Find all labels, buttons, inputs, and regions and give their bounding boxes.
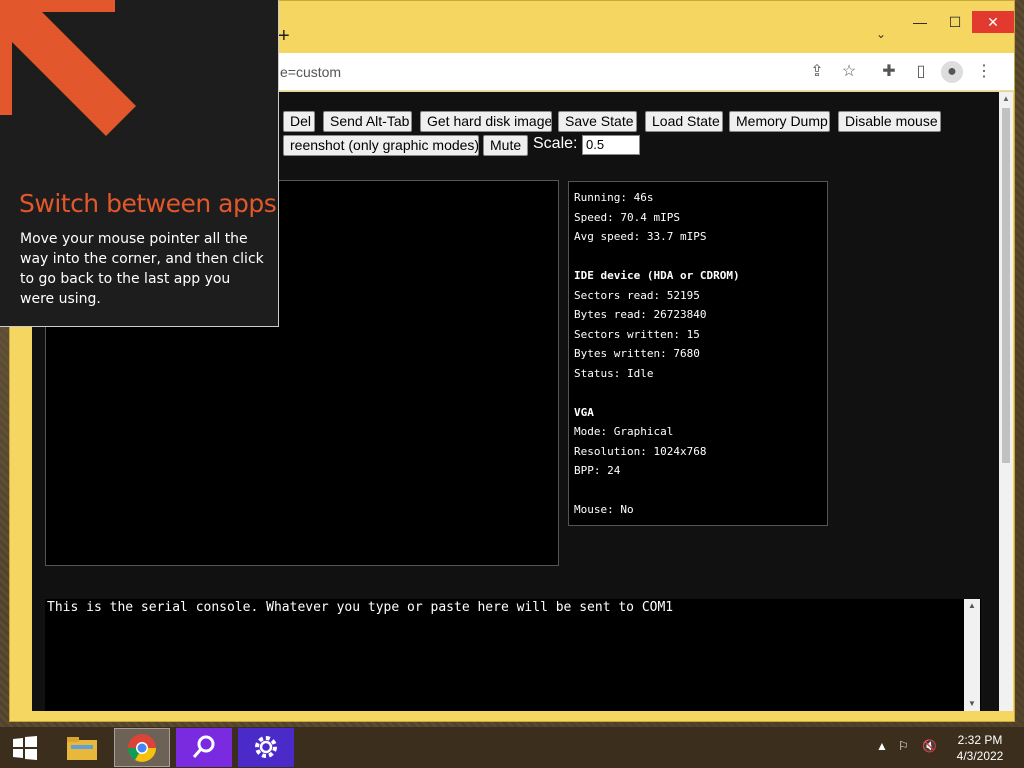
hint-title: Switch between apps	[19, 189, 277, 218]
stat-vga-header: VGA	[574, 405, 594, 419]
clock-date: 4/3/2022	[956, 749, 1004, 763]
stat-sectors-read: Sectors read: 52195	[574, 288, 700, 302]
serial-console-scrollbar[interactable]: ▲ ▼	[964, 599, 980, 711]
scroll-up-icon[interactable]: ▲	[964, 599, 980, 613]
search-taskbar-button[interactable]	[176, 728, 232, 767]
extensions-icon[interactable]: ✚	[878, 61, 900, 83]
scroll-down-icon[interactable]: ▼	[964, 697, 980, 711]
sidepanel-icon[interactable]: ▯	[910, 61, 932, 83]
file-explorer-taskbar-button[interactable]	[54, 728, 110, 767]
switch-apps-hint: Switch between apps Move your mouse poin…	[0, 0, 279, 327]
stat-resolution: Resolution: 1024x768	[574, 444, 707, 458]
volume-muted-icon[interactable]: 🔇	[922, 739, 937, 753]
ctrl-alt-del-button[interactable]: Del	[283, 111, 315, 132]
disable-mouse-button[interactable]: Disable mouse	[838, 111, 941, 132]
stat-bytes-read: Bytes read: 26723840	[574, 308, 707, 321]
close-button[interactable]: ✕	[972, 11, 1014, 33]
get-hard-disk-image-button[interactable]: Get hard disk image	[420, 111, 552, 132]
chrome-taskbar-button[interactable]	[114, 728, 170, 767]
scroll-up-icon[interactable]: ▲	[999, 92, 1013, 106]
stat-ide-header: IDE device (HDA or CDROM)	[574, 269, 740, 282]
network-icon[interactable]: ⚐	[898, 739, 909, 753]
save-state-button[interactable]: Save State	[558, 111, 637, 132]
serial-console-textarea[interactable]: This is the serial console. Whatever you…	[45, 599, 981, 711]
stat-spacer	[574, 481, 822, 501]
stat-running: Running: 46s	[574, 191, 654, 204]
menu-icon[interactable]: ⋮	[973, 61, 995, 83]
stat-bytes-written: Bytes written: 7680	[574, 347, 700, 360]
emulator-stats-panel: Running: 46s Speed: 70.4 mIPS Avg speed:…	[568, 181, 828, 526]
start-button[interactable]	[0, 728, 50, 767]
profile-icon[interactable]: ●	[941, 61, 963, 83]
stat-spacer	[574, 247, 822, 267]
mute-button[interactable]: Mute	[483, 135, 528, 156]
stat-speed: Speed: 70.4 mIPS	[574, 210, 680, 224]
scale-label: Scale:	[533, 135, 578, 152]
page-scrollbar-thumb[interactable]	[1002, 108, 1010, 463]
stat-mode: Mode: Graphical	[574, 425, 674, 438]
gear-icon	[255, 736, 277, 758]
stat-avg-speed: Avg speed: 33.7 mIPS	[574, 230, 707, 243]
chrome-icon	[128, 734, 156, 762]
arrow-up-left-icon	[0, 0, 136, 136]
load-state-button[interactable]: Load State	[645, 111, 723, 132]
system-clock[interactable]: 2:32 PM 4/3/2022	[950, 732, 1010, 764]
stat-spacer	[574, 383, 822, 403]
show-hidden-icons-icon[interactable]: ▲	[876, 739, 888, 753]
windows-logo-icon	[13, 736, 37, 760]
stat-bpp: BPP: 24	[574, 464, 621, 477]
tab-search-button[interactable]: ⌄	[876, 27, 886, 41]
scale-input[interactable]: 0.5	[582, 135, 640, 155]
minimize-button[interactable]: —	[905, 11, 935, 33]
settings-taskbar-button[interactable]	[238, 728, 294, 767]
send-alt-tab-button[interactable]: Send Alt-Tab	[323, 111, 412, 132]
star-icon[interactable]: ☆	[838, 61, 860, 83]
clock-time: 2:32 PM	[957, 733, 1003, 747]
memory-dump-button[interactable]: Memory Dump	[729, 111, 830, 132]
maximize-button[interactable]: ☐	[940, 11, 970, 33]
stat-mouse: Mouse: No	[574, 503, 634, 516]
page-scrollbar[interactable]: ▲	[999, 92, 1013, 711]
folder-icon	[67, 737, 97, 760]
address-bar[interactable]: e=custom	[270, 57, 810, 87]
search-icon	[192, 735, 215, 758]
screenshot-button[interactable]: reenshot (only graphic modes)	[283, 135, 479, 156]
share-icon[interactable]: ⇪	[806, 61, 828, 83]
stat-sectors-written: Sectors written: 15	[574, 327, 700, 341]
taskbar: ▲ ⚐ 🔇 2:32 PM 4/3/2022	[0, 727, 1024, 768]
hint-body: Move your mouse pointer all the way into…	[20, 231, 264, 307]
stat-status: Status: Idle	[574, 366, 654, 380]
new-tab-button[interactable]: +	[278, 25, 290, 47]
